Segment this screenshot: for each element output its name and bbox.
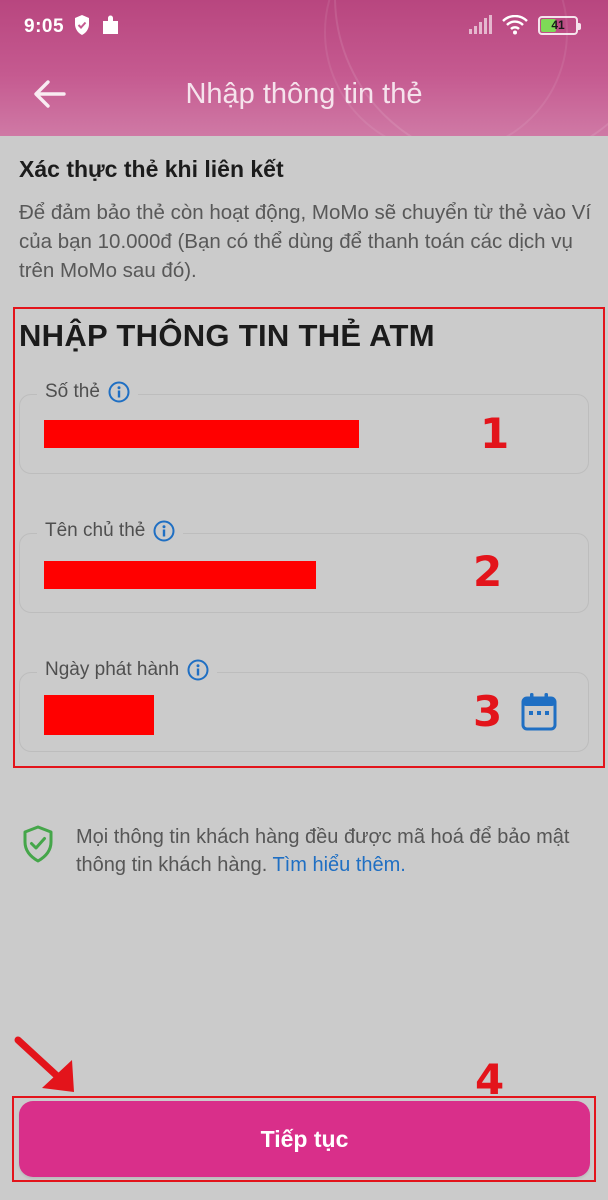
continue-button[interactable]: Tiếp tục xyxy=(19,1101,590,1177)
puzzle-status-icon xyxy=(103,15,118,34)
annotation-arrow-icon xyxy=(14,1036,74,1092)
battery-icon: 41 xyxy=(538,15,581,35)
shield-status-icon xyxy=(75,15,89,35)
info-icon[interactable] xyxy=(187,659,209,681)
status-icons-left xyxy=(73,14,121,36)
cardholder-name-label: Tên chủ thẻ xyxy=(45,520,146,541)
card-number-field[interactable]: Số thẻ 1 xyxy=(19,381,589,474)
annotation-marker-3: 3 xyxy=(473,687,503,736)
wifi-icon xyxy=(502,15,528,35)
issue-date-value-redacted xyxy=(44,695,154,735)
issue-date-label: Ngày phát hành xyxy=(45,659,180,680)
app-bar: 9:05 41 Nhập thông tin thẻ xyxy=(0,0,608,136)
annotation-marker-2: 2 xyxy=(473,547,503,596)
shield-check-icon xyxy=(23,825,53,863)
battery-level: 41 xyxy=(551,18,565,32)
issue-date-label-wrap: Ngày phát hành xyxy=(37,659,218,681)
status-time: 9:05 xyxy=(24,16,65,37)
cardholder-label-wrap: Tên chủ thẻ xyxy=(37,520,184,542)
page-title: Nhập thông tin thẻ xyxy=(185,78,423,110)
atm-form-heading: NHẬP THÔNG TIN THẺ ATM xyxy=(19,318,435,353)
card-number-label: Số thẻ xyxy=(45,381,100,402)
verification-title: Xác thực thẻ khi liên kết xyxy=(19,156,284,182)
verification-description: Để đảm bảo thẻ còn hoạt động, MoMo sẽ ch… xyxy=(19,201,592,282)
issue-date-field[interactable]: Ngày phát hành 3 xyxy=(19,659,589,752)
info-icon[interactable] xyxy=(153,520,175,542)
learn-more-link[interactable]: Tìm hiểu thêm. xyxy=(272,854,405,876)
cardholder-name-value-redacted xyxy=(44,561,316,589)
calendar-icon[interactable] xyxy=(520,692,558,732)
annotation-marker-1: 1 xyxy=(480,409,510,458)
cardholder-name-field[interactable]: Tên chủ thẻ 2 xyxy=(19,520,589,613)
signal-icon xyxy=(469,15,492,34)
info-icon[interactable] xyxy=(108,381,130,403)
card-number-label-wrap: Số thẻ xyxy=(37,381,138,403)
status-icons-right: 41 xyxy=(468,15,581,35)
card-number-value-redacted xyxy=(44,420,359,448)
security-note-text-wrap: Mọi thông tin khách hàng đều được mã hoá… xyxy=(76,823,596,879)
